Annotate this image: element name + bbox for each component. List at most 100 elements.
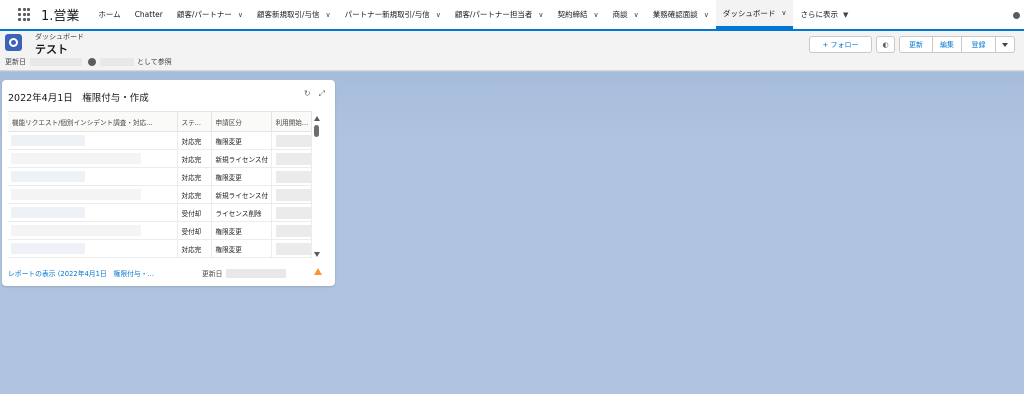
info-icon[interactable] — [1013, 12, 1020, 19]
app-name: 1.営業 — [41, 9, 80, 24]
view-report-link[interactable]: レポートの表示 (2022年4月1日 権限付与・... — [8, 268, 168, 278]
redacted-text — [11, 207, 85, 218]
redacted-text — [11, 135, 85, 146]
redacted-cell — [271, 203, 312, 222]
redacted-text — [11, 171, 85, 182]
chevron-down-icon[interactable]: ∨ — [781, 9, 786, 17]
dashboard-component: 2022年4月1日 権限付与・作成 ↻ ⤢ 機能リクエスト/個別インシデント調査… — [2, 80, 335, 286]
column-header[interactable]: 申請区分 — [211, 111, 272, 132]
nav-more[interactable]: さらに表示 ▼ — [793, 0, 855, 29]
redacted-text — [275, 206, 310, 219]
redacted-cell — [8, 203, 178, 222]
redacted-text — [275, 152, 310, 165]
nav-item[interactable]: 契約締結 ∨ — [550, 0, 605, 29]
chevron-down-icon[interactable]: ∨ — [634, 11, 639, 19]
redacted-date — [226, 268, 287, 278]
chevron-down-icon[interactable]: ∨ — [538, 11, 543, 19]
report-table: 機能リクエスト/個別インシデント調査・対応... ステ... 申請区分 利用開始… — [8, 111, 312, 258]
info-icon[interactable] — [88, 58, 96, 66]
report-table-wrap: 機能リクエスト/個別インシデント調査・対応... ステ... 申請区分 利用開始… — [8, 111, 328, 341]
redacted-cell — [8, 239, 178, 258]
column-header[interactable]: ステ... — [177, 111, 212, 132]
nav-item[interactable]: ダッシュボード ∨ — [715, 0, 794, 29]
nav-item[interactable]: 顧客/パートナー ∨ — [170, 0, 250, 29]
status-cell: 対応完 — [177, 149, 212, 168]
column-header[interactable]: 機能リクエスト/個別インシデント調査・対応... — [8, 111, 178, 132]
status-cell: 対応完 — [177, 167, 212, 186]
chevron-down-icon — [1002, 42, 1008, 47]
nav-item-label: パートナー新規取引/与信 — [344, 10, 430, 19]
expand-icon[interactable]: ⤢ — [319, 89, 325, 99]
column-header[interactable]: 利用開始... — [271, 111, 312, 132]
nav-item[interactable]: 業務確認面談 ∨ — [646, 0, 716, 29]
redacted-text — [275, 242, 310, 255]
nav-item[interactable]: ホーム — [91, 0, 127, 29]
global-nav: 1.営業 ホーム Chatter 顧客/パートナー ∨ 顧客新規取引/与信 ∨ パートナー新… — [0, 0, 1024, 31]
redacted-cell — [8, 167, 178, 186]
request-type-cell: 権限変更 — [211, 131, 272, 150]
table-row[interactable]: 対応完 権限変更 — [8, 167, 312, 186]
app-launcher-icon[interactable] — [18, 7, 32, 22]
follow-button[interactable]: + フォロー — [809, 36, 872, 53]
scroll-down-icon[interactable] — [314, 252, 320, 257]
chevron-down-icon[interactable]: ∨ — [436, 11, 441, 19]
redacted-text — [275, 224, 310, 237]
table-row[interactable]: 対応完 新規ライセンス付 — [8, 149, 312, 168]
refresh-button[interactable]: 更新 — [899, 36, 933, 53]
status-cell: 受付却 — [177, 221, 212, 240]
table-row[interactable]: 受付却 権限変更 — [8, 221, 312, 240]
nav-item[interactable]: 商談 ∨ — [606, 0, 646, 29]
table-row[interactable]: 対応完 権限変更 — [8, 131, 312, 150]
nav-item-label: 契約締結 — [557, 10, 588, 19]
page-title: テスト — [35, 43, 68, 56]
more-actions-button[interactable] — [995, 36, 1015, 53]
request-type-cell: 権限変更 — [211, 239, 272, 258]
table-scrollbar[interactable] — [312, 111, 322, 260]
nav-more-label: さらに表示 — [800, 10, 838, 19]
save-button[interactable]: 登録 — [961, 36, 996, 53]
request-type-cell: 新規ライセンス付 — [211, 185, 272, 204]
updated-label: 更新日 — [5, 58, 26, 66]
request-type-cell: ライセンス削除 — [211, 203, 272, 222]
redacted-cell — [271, 185, 312, 204]
status-cell: 対応完 — [177, 239, 212, 258]
nav-item-label: Chatter — [134, 10, 163, 19]
page-header: ダッシュボード テスト 更新日 として参照 + フォロー ◐ 更新 編集 登録 — [0, 31, 1024, 71]
subscribe-icon: ◐ — [882, 40, 889, 49]
scroll-thumb[interactable] — [314, 125, 319, 137]
scroll-up-icon[interactable] — [314, 116, 320, 121]
table-row[interactable]: 対応完 新規ライセンス付 — [8, 185, 312, 204]
warning-icon[interactable] — [314, 268, 322, 275]
nav-item-label: 商談 — [612, 10, 628, 19]
request-type-cell: 権限変更 — [211, 167, 272, 186]
table-row[interactable]: 対応完 権限変更 — [8, 239, 312, 258]
redacted-cell — [8, 131, 178, 150]
redacted-cell — [271, 131, 312, 150]
chevron-down-icon[interactable]: ∨ — [326, 11, 331, 19]
component-title: 2022年4月1日 権限付与・作成 — [8, 93, 149, 104]
nav-item[interactable]: 顧客新規取引/与信 ∨ — [250, 0, 338, 29]
subscribe-button[interactable]: ◐ — [876, 36, 895, 53]
refresh-icon[interactable]: ↻ — [304, 89, 311, 99]
redacted-cell — [8, 149, 178, 168]
redacted-text — [11, 225, 141, 236]
redacted-text — [275, 188, 310, 201]
chevron-down-icon[interactable]: ∨ — [238, 11, 243, 19]
nav-item-label: 顧客/パートナー — [176, 10, 232, 19]
nav-item[interactable]: 顧客/パートナー担当者 ∨ — [448, 0, 551, 29]
redacted-text — [11, 153, 141, 164]
status-cell: 対応完 — [177, 185, 212, 204]
edit-button[interactable]: 編集 — [932, 36, 962, 53]
redacted-cell — [271, 239, 312, 258]
redacted-text — [11, 243, 85, 254]
request-type-cell: 新規ライセンス付 — [211, 149, 272, 168]
redacted-cell — [8, 221, 178, 240]
chevron-down-icon[interactable]: ∨ — [593, 11, 598, 19]
chevron-down-icon[interactable]: ∨ — [704, 11, 709, 19]
redacted-cell — [271, 167, 312, 186]
table-row[interactable]: 受付却 ライセンス削除 — [8, 203, 312, 222]
redacted-text — [275, 134, 310, 147]
nav-item[interactable]: パートナー新規取引/与信 ∨ — [338, 0, 448, 29]
nav-item[interactable]: Chatter — [128, 0, 170, 29]
nav-item-label: 顧客新規取引/与信 — [257, 10, 320, 19]
